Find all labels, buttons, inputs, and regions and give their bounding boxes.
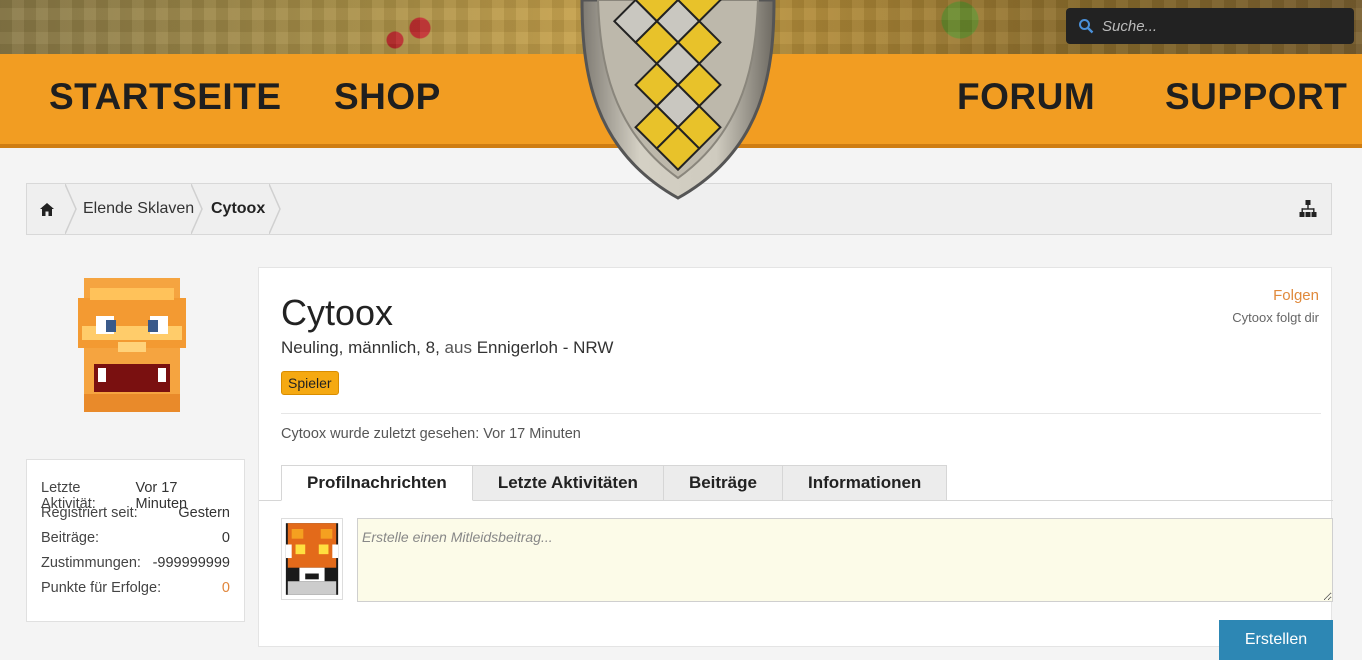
stat-likes: Zustimmungen: -999999999 xyxy=(41,555,230,580)
search-box[interactable] xyxy=(1066,8,1354,44)
nav-shop[interactable]: SHOP xyxy=(334,76,441,118)
breadcrumb-separator xyxy=(269,184,281,234)
breadcrumb-item-elende-sklaven[interactable]: Elende Sklaven xyxy=(83,200,194,218)
stat-label: Beiträge: xyxy=(41,530,100,546)
divider xyxy=(281,413,1321,414)
user-stats-box: Letzte Aktivität: Vor 17 Minuten Registr… xyxy=(26,459,245,622)
breadcrumb-separator xyxy=(191,184,203,234)
profile-avatar-large[interactable] xyxy=(78,278,186,412)
stat-posts: Beiträge: 0 xyxy=(41,530,230,555)
profile-panel: Cytoox Neuling, männlich, 8, aus Enniger… xyxy=(258,267,1333,660)
user-title: Neuling xyxy=(281,338,339,357)
user-location[interactable]: Ennigerloh - NRW xyxy=(477,338,614,357)
nav-startseite[interactable]: STARTSEITE xyxy=(49,76,282,118)
profile-info-line: Neuling, männlich, 8, aus Ennigerloh - N… xyxy=(281,338,614,357)
stat-registered: Registriert seit: Gestern xyxy=(41,505,230,530)
profile-message-input[interactable] xyxy=(357,518,1333,602)
nav-support[interactable]: SUPPORT xyxy=(1165,76,1347,118)
user-gender: männlich xyxy=(348,338,417,357)
follow-link[interactable]: Folgen xyxy=(1273,287,1319,304)
home-icon xyxy=(40,202,54,216)
tab-beitraege[interactable]: Beiträge xyxy=(663,465,783,501)
breadcrumb-separator xyxy=(65,184,77,234)
user-age: 8 xyxy=(425,338,436,357)
follows-you-note: Cytoox folgt dir xyxy=(1232,310,1319,325)
profile-tabs: Profilnachrichten Letzte Aktivitäten Bei… xyxy=(281,465,948,501)
stat-value: Gestern xyxy=(178,505,230,521)
shield-logo[interactable] xyxy=(580,0,776,200)
stat-label: Registriert seit: xyxy=(41,505,138,521)
stat-label: Letzte Aktivität: xyxy=(41,480,96,512)
stat-value[interactable]: 0 xyxy=(222,530,230,555)
tab-informationen[interactable]: Informationen xyxy=(782,465,948,501)
user-rank-badge: Spieler xyxy=(281,371,339,395)
stat-value: Vor 17 Minuten xyxy=(135,480,188,512)
stat-value: -999999999 xyxy=(152,555,230,571)
search-icon xyxy=(1079,19,1094,34)
last-seen-text: Cytoox wurde zuletzt gesehen: Vor 17 Min… xyxy=(281,426,581,442)
nav-forum[interactable]: FORUM xyxy=(957,76,1095,118)
tab-profilnachrichten[interactable]: Profilnachrichten xyxy=(281,465,473,501)
sitemap-icon[interactable] xyxy=(1299,200,1317,218)
stat-achievement-points: Punkte für Erfolge: 0 xyxy=(41,580,230,605)
my-avatar-small[interactable] xyxy=(281,518,343,600)
stat-value[interactable]: 0 xyxy=(222,580,230,605)
profile-username: Cytoox xyxy=(281,292,394,333)
breadcrumb-home[interactable] xyxy=(27,184,67,234)
user-from-label: aus xyxy=(444,338,472,357)
submit-button[interactable]: Erstellen xyxy=(1219,620,1333,660)
stat-label: Punkte für Erfolge: xyxy=(41,580,162,596)
breadcrumb-item-current: Cytoox xyxy=(211,200,266,217)
tab-letzte-aktivitaeten[interactable]: Letzte Aktivitäten xyxy=(472,465,664,501)
stat-last-activity: Letzte Aktivität: Vor 17 Minuten xyxy=(41,480,230,512)
search-input[interactable] xyxy=(1100,16,1344,36)
stat-label: Zustimmungen: xyxy=(41,555,141,571)
